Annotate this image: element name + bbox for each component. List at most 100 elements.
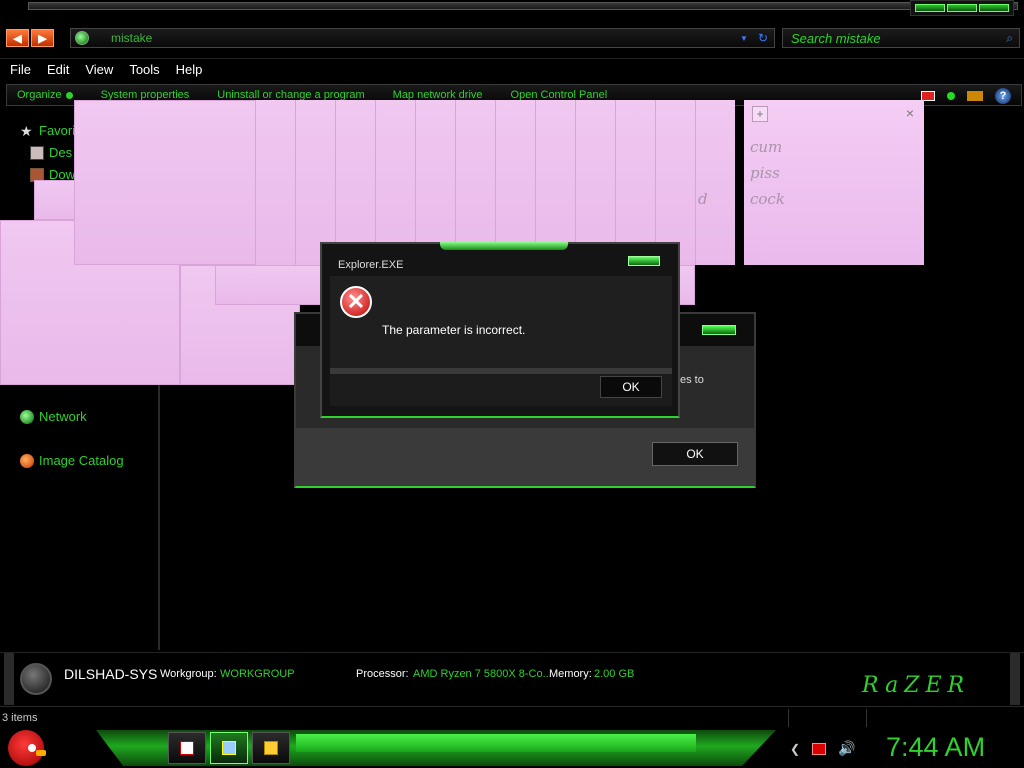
item-count: 3 items [2, 712, 38, 724]
refresh-icon[interactable]: ↻ [758, 31, 768, 45]
close-note-button[interactable]: × [906, 105, 914, 121]
chevron-down-icon[interactable]: ▼ [740, 34, 748, 43]
address-bar[interactable]: mistake ▼ ↻ [70, 28, 775, 48]
processor-value: AMD Ryzen 7 5800X 8-Co... [413, 668, 552, 680]
help-icon[interactable]: ? [995, 88, 1011, 104]
status-divider [866, 709, 867, 727]
error-icon: ✕ [340, 286, 372, 318]
forward-button[interactable]: ▶ [31, 29, 54, 47]
title-bar-strip [28, 2, 1018, 10]
window-top-frame [0, 0, 1024, 24]
taskbar-app-solitaire[interactable] [168, 732, 206, 764]
taskbar-app-folder[interactable] [252, 732, 290, 764]
note-line[interactable]: cock [750, 190, 785, 208]
angry-bird-eye [28, 744, 36, 752]
sticky-note-ghost [575, 100, 615, 265]
action-center-icon[interactable] [812, 742, 827, 755]
start-button[interactable] [8, 730, 46, 766]
volume-icon[interactable]: 🔊 [838, 740, 855, 757]
show-hidden-icons-icon[interactable]: ❮ [790, 742, 800, 756]
note-line[interactable]: cum [750, 138, 782, 156]
error-message: The parameter is incorrect. [382, 323, 526, 337]
desktop-screen: ◀ ▶ mistake ▼ ↻ Search mistake ⌕ File Ed… [0, 0, 1024, 768]
sidebar-item-desktop[interactable]: Des [30, 145, 72, 160]
razer-logo: RaZER [862, 673, 971, 698]
taskbar-highlight [296, 734, 696, 752]
close-window-button[interactable] [979, 4, 1009, 12]
sticky-note-ghost [375, 100, 415, 265]
minimize-button[interactable] [915, 4, 945, 12]
network-icon [20, 409, 34, 424]
nav-arrows: ◀ ▶ [6, 29, 54, 47]
sticky-note-ghost [495, 100, 535, 265]
computer-name: DILSHAD-SYS [64, 666, 158, 682]
dropdown-dot-icon [65, 91, 73, 99]
cards-icon [180, 741, 194, 755]
window-controls [910, 0, 1014, 16]
back-button[interactable]: ◀ [6, 29, 29, 47]
memory-value: 2.00 GB [594, 668, 635, 680]
menu-help[interactable]: Help [168, 62, 211, 77]
menu-edit[interactable]: Edit [39, 62, 77, 77]
sticky-note-ghost [255, 100, 295, 265]
sidebar-item-label: Network [39, 409, 87, 424]
dialog-glow [440, 242, 568, 250]
ok-button[interactable]: OK [652, 442, 738, 466]
sidebar-item-network[interactable]: Network [20, 409, 87, 424]
sidebar-item-favorites[interactable]: ★ Favori [20, 123, 75, 138]
preview-pane-icon[interactable] [967, 91, 983, 101]
organize-label: Organize [17, 89, 62, 101]
computer-icon [20, 663, 52, 695]
explorer-icon [222, 741, 236, 755]
star-icon: ★ [20, 122, 33, 139]
status-bar: 3 items [0, 706, 1024, 728]
dialog-body [330, 276, 672, 368]
organize-button[interactable]: Organize [17, 89, 73, 101]
note-partial-text: d [698, 190, 708, 208]
sticky-note-ghost [295, 100, 335, 265]
address-path[interactable]: mistake [111, 31, 740, 45]
sticky-note[interactable]: + × cum piss cock [744, 100, 924, 265]
search-input[interactable]: Search mistake [791, 31, 1006, 46]
desktop-icon [30, 145, 44, 160]
workgroup-label: Workgroup: [160, 668, 217, 680]
dialog-close-button[interactable] [628, 256, 660, 266]
sticky-note-ghost [74, 100, 256, 265]
search-icon[interactable]: ⌕ [1006, 31, 1013, 46]
menu-tools[interactable]: Tools [121, 62, 167, 77]
clock[interactable]: 7:44 AM [886, 732, 985, 763]
view-controls: ? [921, 88, 1011, 104]
menu-view[interactable]: View [77, 62, 121, 77]
processor-label: Processor: [356, 668, 409, 680]
error-dialog: Explorer.EXE ✕ The parameter is incorrec… [320, 242, 680, 418]
pane-edge [4, 653, 14, 705]
sticky-note-ghost [535, 100, 575, 265]
view-options-icon[interactable] [947, 92, 955, 100]
sticky-note-ghost [335, 100, 375, 265]
menu-file[interactable]: File [0, 62, 39, 77]
search-box[interactable]: Search mistake ⌕ [782, 28, 1020, 48]
sidebar-item-label: Image Catalog [39, 453, 124, 468]
taskbar-app-explorer[interactable] [210, 732, 248, 764]
sticky-note-ghost [455, 100, 495, 265]
maximize-button[interactable] [947, 4, 977, 12]
taskbar: ❮ 🔊 7:44 AM [0, 728, 1024, 768]
sidebar-item-image-catalog[interactable]: Image Catalog [20, 453, 124, 468]
image-catalog-icon [20, 453, 34, 468]
sidebar-item-label: Favori [39, 123, 76, 138]
pane-edge [1010, 653, 1020, 705]
arrow-left-icon: ◀ [13, 32, 22, 45]
workgroup-value: WORKGROUP [220, 668, 295, 680]
dialog-title: Explorer.EXE [338, 259, 404, 271]
folder-icon [264, 741, 278, 755]
ok-button[interactable]: OK [600, 376, 662, 398]
sticky-note-ghost [615, 100, 655, 265]
add-note-button[interactable]: + [752, 106, 768, 122]
menu-bar: File Edit View Tools Help [0, 58, 1024, 80]
memory-label: Memory: [549, 668, 592, 680]
arrow-right-icon: ▶ [38, 32, 47, 45]
sticky-note-ghost [415, 100, 455, 265]
dialog-close-button[interactable] [702, 325, 736, 335]
status-divider [788, 709, 789, 727]
note-line[interactable]: piss [750, 164, 780, 182]
